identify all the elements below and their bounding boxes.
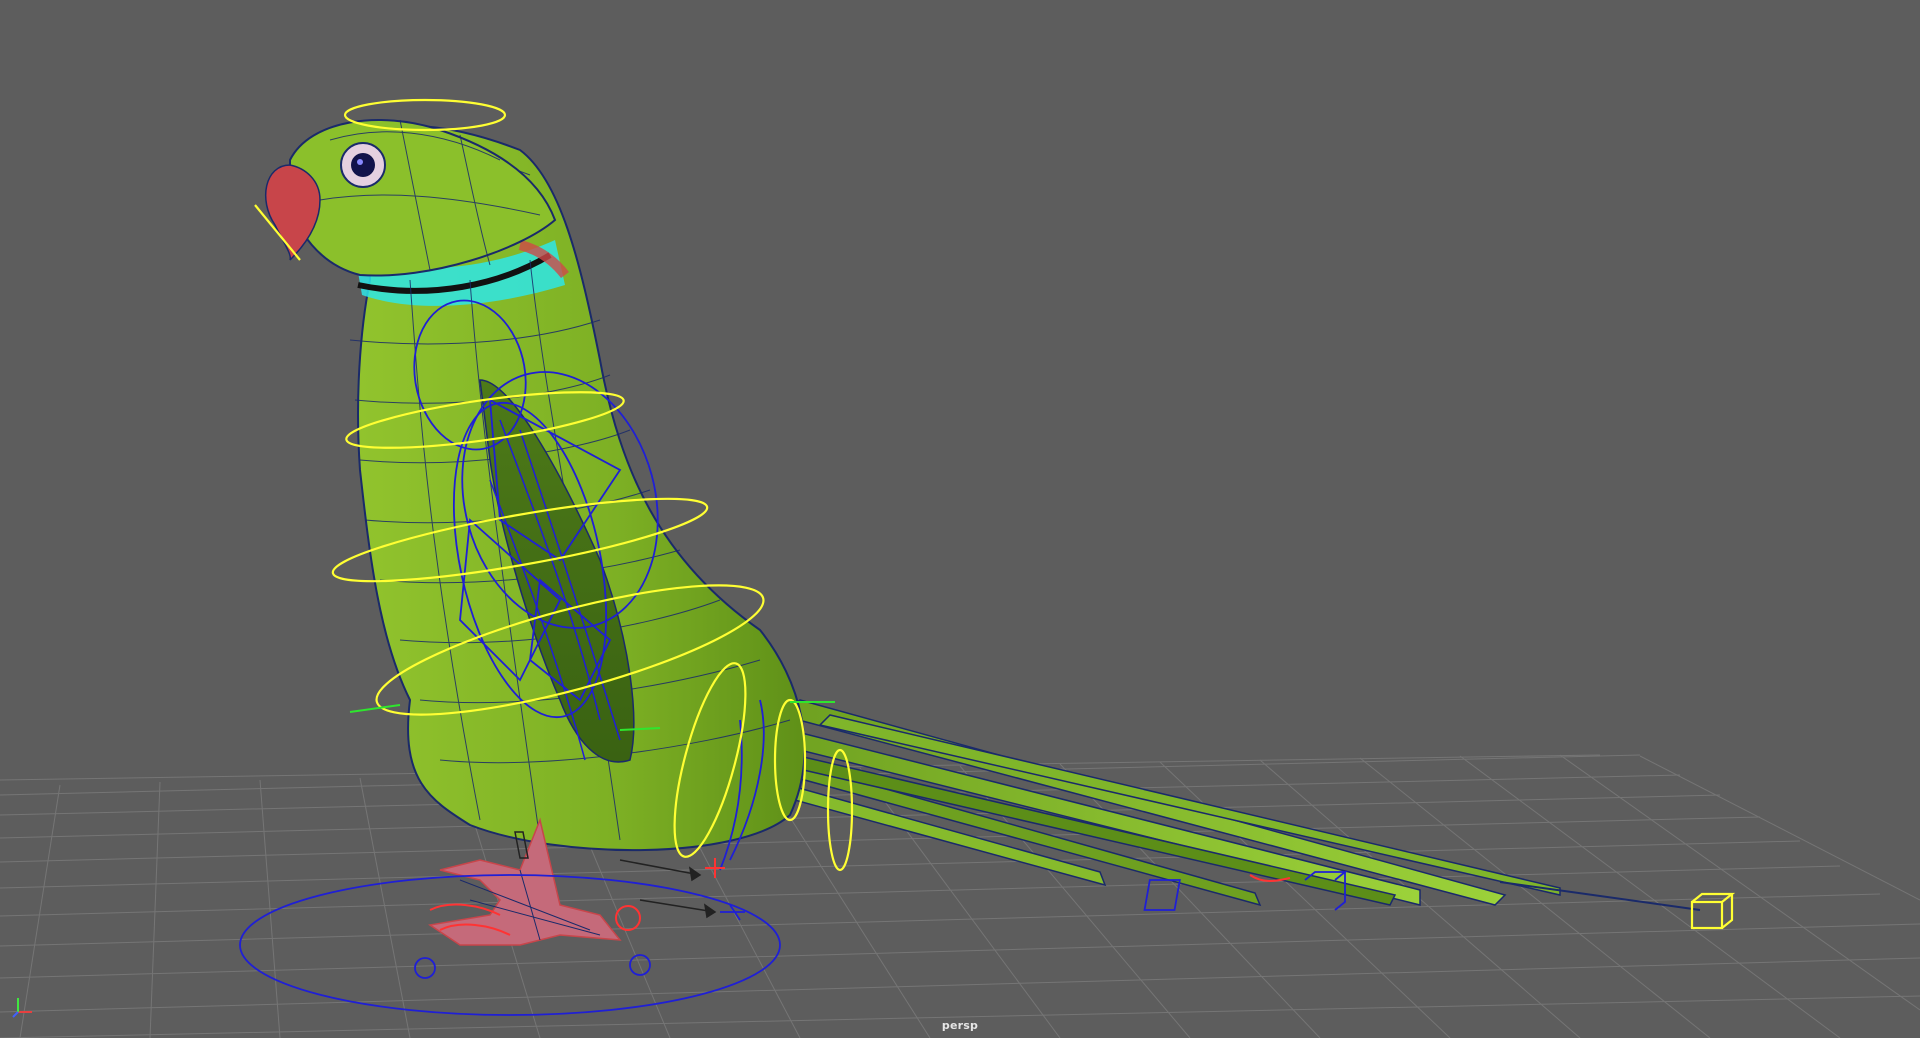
camera-name-label: persp — [941, 1019, 979, 1032]
maya-3d-viewport[interactable]: persp — [0, 0, 1920, 1038]
scene-canvas[interactable] — [0, 0, 1920, 1038]
view-axis-gizmo — [10, 990, 40, 1020]
tail-feathers[interactable] — [738, 699, 1701, 911]
xyz-axis-icon — [12, 998, 32, 1018]
